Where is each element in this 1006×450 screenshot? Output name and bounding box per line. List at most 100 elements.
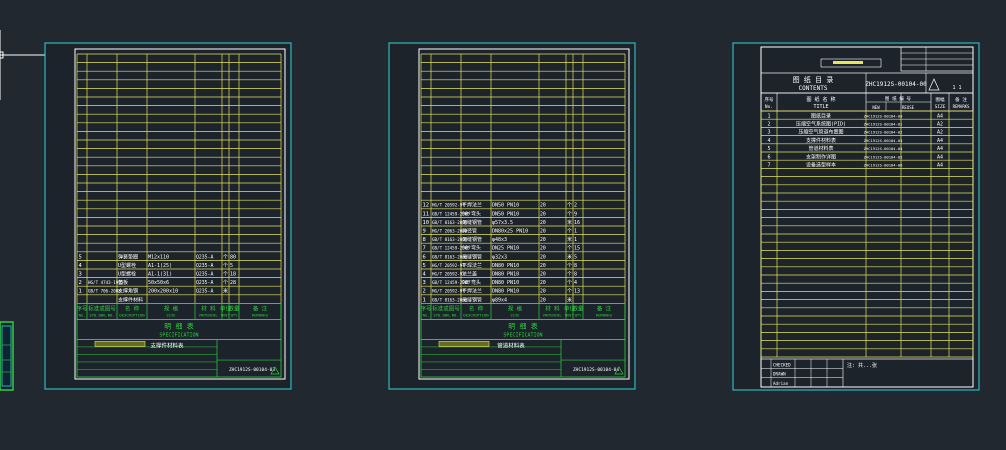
row-name: 垫板 <box>118 279 128 286</box>
contents-row-no: 2 <box>767 122 770 128</box>
contents-row-title: 设备选型样本 <box>806 162 836 169</box>
row-spec: A1-1(31) <box>148 272 172 278</box>
col-new-label: NEW <box>872 105 880 110</box>
row-qty: 5 <box>230 263 233 269</box>
row-name: 90°弯头 <box>462 245 481 252</box>
sheet-drawing-contents[interactable]: 图 纸 目 录CONTENTS ZHC1912S-00104-00 1 1 序号No.… <box>732 42 980 391</box>
contents-row-dwg: ZHC1912S-00104-02 <box>864 130 903 135</box>
col-remarks-label: 备 注 <box>955 96 967 103</box>
contents-row-dwg: ZHC1912S-00104-06 <box>864 163 904 168</box>
sign-label: Adrian <box>773 381 789 386</box>
spec-title-cn: 明 细 表 <box>508 321 537 330</box>
header-label-en: MATERIAL <box>543 312 562 317</box>
col-size-label-en: SIZE <box>935 104 946 110</box>
project-name-bar <box>833 61 863 64</box>
col-reuse-label: REUSE <box>902 105 915 110</box>
row-spec: M12x110 <box>148 254 169 260</box>
header-label-cn: 名 称 <box>125 304 140 312</box>
row-unit: 个 <box>223 280 228 286</box>
row-material: 20 <box>540 254 546 260</box>
row-material: 20 <box>540 246 546 252</box>
block-title: 支撑件材料表 <box>150 341 184 349</box>
header-label-en: No. <box>79 312 86 317</box>
header-label-en: SIZE <box>166 312 176 317</box>
row-qty: 1 <box>574 229 577 235</box>
row-material: 20 <box>540 263 546 269</box>
row-unit: 个 <box>567 229 572 235</box>
cad-model-space[interactable]: 5 弹簧垫圈 M12x110 Q235-A 个 804 U型螺栓 A1-1(25) Q235-A… <box>0 0 1006 450</box>
header-label-cn: 材 料 <box>201 304 216 312</box>
row-material: 20 <box>540 289 546 295</box>
row-material: 20 <box>540 203 546 209</box>
row-no: 1 <box>423 297 426 303</box>
row-material: 20 <box>540 211 546 217</box>
row-material: Q235-A <box>196 254 213 260</box>
header-label-cn: 备 注 <box>597 304 612 312</box>
row-spec: DN80 PN10 <box>492 263 519 269</box>
header-label-en: MATERIAL <box>199 312 218 317</box>
row-no: 7 <box>423 246 426 252</box>
contents-row-no: 1 <box>767 113 770 119</box>
contents-row-size: A4 <box>937 146 943 152</box>
row-qty: 18 <box>230 272 236 278</box>
row-no: 1 <box>79 289 82 295</box>
row-std-code: HG/T 20592-97 <box>432 263 465 268</box>
spec-title-en: SPECIFICATION <box>503 332 542 338</box>
row-qty: 5 <box>574 254 577 260</box>
header-label-en: REMARKS <box>252 312 269 317</box>
row-std-code: GB/T 706-2008 <box>88 289 121 294</box>
spec-title-en: SPECIFICATION <box>159 332 198 338</box>
sheet-frame <box>732 42 980 391</box>
sheet-support-materials[interactable]: 5 弹簧垫圈 M12x110 Q235-A 个 804 U型螺栓 A1-1(25) Q235-A… <box>44 42 292 390</box>
contents-row-size: A4 <box>937 154 943 160</box>
row-spec: DN50 PN10 <box>492 211 519 217</box>
row-spec: DN80 PN10 <box>492 289 519 295</box>
row-no: 8 <box>423 237 426 243</box>
header-label-cn: 标准或图号 <box>88 304 116 312</box>
contents-row-size: A4 <box>937 163 943 169</box>
contents-row-title: 图纸目录 <box>811 112 831 119</box>
row-spec: φ48x3 <box>492 237 507 243</box>
row-material: Q235-A <box>196 280 213 286</box>
col-title-label-en: TITLE <box>813 104 828 110</box>
header-label-en: QTY <box>231 312 239 317</box>
contents-row-title: 支撑件材料表 <box>806 137 836 144</box>
col-no-label-en: No. <box>765 104 773 110</box>
contents-note: 注: 共...张 <box>847 362 877 369</box>
row-spec: A1-1(25) <box>148 263 172 269</box>
row-material: Q235-A <box>196 289 213 295</box>
header-label-en: STD.DWG.NO. <box>433 312 458 317</box>
row-name: 法兰盖 <box>462 271 477 278</box>
row-qty: 8 <box>574 263 577 269</box>
row-no: 12 <box>423 203 430 209</box>
sheet-pipe-materials[interactable]: 12 HG/T 20592-97平焊法兰 DN50 PN10 20 个 211 GB/T 1… <box>388 42 636 390</box>
row-no: 10 <box>423 220 430 226</box>
contents-row-dwg: ZHC1912S-00104-03 <box>864 138 903 143</box>
row-unit: 个 <box>223 272 228 278</box>
row-name: 平焊法兰 <box>462 262 482 269</box>
header-label-cn: 序号 <box>420 304 432 312</box>
header-label-cn: 序号 <box>76 304 88 312</box>
offscreen-drawing-thumbnail[interactable] <box>0 321 14 391</box>
row-spec: 200x200x10 <box>148 289 178 295</box>
header-label-en: DESCRIPTION <box>463 312 489 317</box>
contents-row-title: 压缩空气管道布置图 <box>798 129 843 136</box>
row-name: 无缝钢管 <box>462 296 482 303</box>
row-material: 20 <box>540 220 546 226</box>
row-unit: 个 <box>567 211 572 217</box>
revision-number: 1 1 <box>952 85 961 91</box>
row-unit: 米 <box>223 288 228 295</box>
row-spec: φ32x3 <box>492 254 507 260</box>
row-name: 无缝钢管 <box>462 219 482 226</box>
col-dwg-label: 图 纸 编 号 <box>885 95 912 102</box>
row-spec: DN50 PN10 <box>492 203 519 209</box>
contents-row-no: 6 <box>767 154 770 160</box>
header-label-en: UNIT <box>221 312 231 317</box>
row-name: 支撑角钢 <box>118 288 138 295</box>
row-qty: 16 <box>574 220 580 226</box>
header-label-en: UNIT <box>565 312 575 317</box>
header-label-en: QTY <box>575 312 583 317</box>
row-unit: 米 <box>567 236 572 243</box>
row-spec: 50x50x6 <box>148 280 169 286</box>
header-label-cn: 数量 <box>228 304 240 312</box>
